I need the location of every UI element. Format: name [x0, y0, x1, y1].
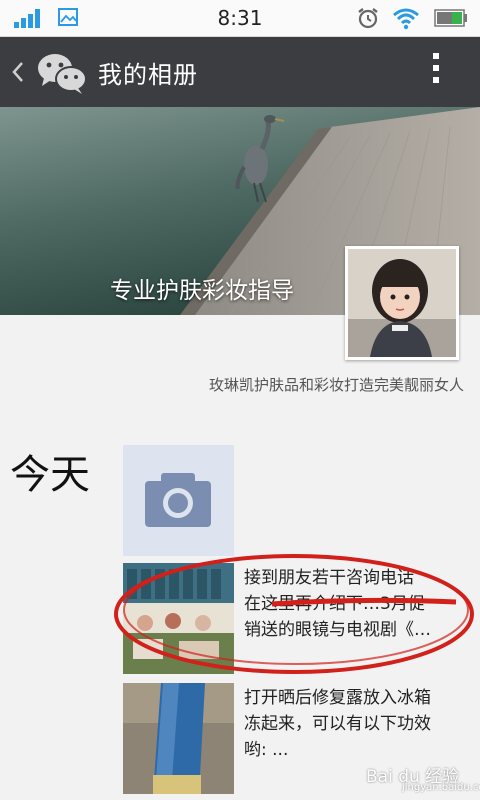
- avatar[interactable]: [345, 246, 459, 360]
- wifi-icon: [393, 8, 419, 30]
- camera-icon: [145, 473, 211, 527]
- back-icon[interactable]: [10, 59, 26, 85]
- wechat-logo-icon[interactable]: [36, 51, 88, 95]
- battery-icon: [434, 9, 467, 27]
- list-item[interactable]: 接到朋友若干咨询电话 在这里再介绍下…3月促 销送的眼镜与电视剧《…: [123, 563, 468, 674]
- watermark-url: jingyan.baidu.com: [402, 782, 480, 793]
- app-bar: 我的相册: [0, 37, 480, 107]
- post-thumbnail: [123, 563, 234, 674]
- post-thumbnail: [123, 683, 234, 794]
- avatar-photo: [348, 249, 456, 357]
- post-text: 打开晒后修复露放入冰箱 冻起来，可以有以下功效 哟: ...: [244, 688, 431, 760]
- add-photo-button[interactable]: [123, 445, 234, 556]
- alarm-icon: [358, 8, 378, 29]
- cover-caption: 专业护肤彩妆指导: [110, 278, 294, 304]
- more-menu-icon[interactable]: [430, 53, 442, 91]
- day-label: 今天: [10, 452, 90, 498]
- status-bar: 8:31: [0, 0, 480, 37]
- page-title: 我的相册: [98, 61, 198, 89]
- album-signature: 玫琳凯护肤品和彩妆打造完美靓丽女人: [208, 376, 464, 394]
- post-text: 接到朋友若干咨询电话 在这里再介绍下…3月促 销送的眼镜与电视剧《…: [244, 568, 431, 640]
